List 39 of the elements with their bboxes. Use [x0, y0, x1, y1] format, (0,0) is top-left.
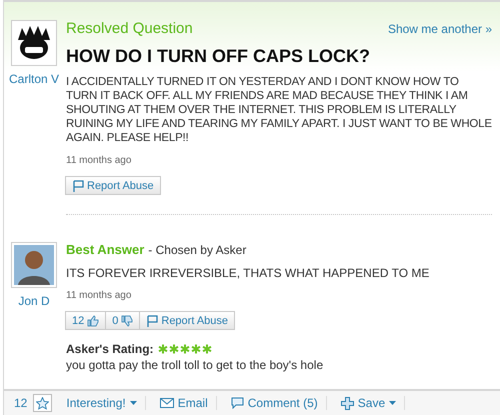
comment-button[interactable]: Comment (5): [222, 396, 327, 410]
plus-icon: [340, 396, 354, 410]
interesting-button[interactable]: Interesting!: [58, 396, 146, 410]
caret-icon: [130, 401, 137, 405]
thumbs-down-icon: [121, 314, 134, 326]
star-button[interactable]: [33, 394, 52, 412]
asterisk-star-icon: [168, 344, 179, 354]
chosen-by-label: - Chosen by Asker: [148, 243, 246, 257]
interesting-count: 12: [14, 396, 28, 410]
flag-icon: [146, 314, 158, 326]
envelope-icon: [160, 398, 174, 408]
save-button[interactable]: Save: [332, 396, 406, 410]
spiky-head-icon: [15, 26, 53, 60]
thumbs-up-icon: [87, 314, 100, 326]
answerer-name[interactable]: Jon D: [18, 294, 50, 308]
rating-label: Asker's Rating:: [66, 342, 154, 356]
timestamp: 11 months ago: [66, 290, 132, 301]
question-title: HOW DO I TURN OFF CAPS LOCK?: [66, 46, 371, 67]
timestamp: 11 months ago: [66, 155, 132, 166]
best-answer-label: Best Answer: [66, 242, 144, 257]
asterisk-star-icon: [180, 344, 190, 354]
asker-name[interactable]: Carlton V: [8, 72, 60, 86]
show-another-link[interactable]: Show me another »: [388, 22, 492, 36]
status-label: Resolved Question: [66, 20, 193, 37]
thumbs-down-button[interactable]: 0: [105, 311, 140, 330]
rating-comment: you gotta pay the troll toll to get to the boy's hole: [66, 358, 324, 372]
thumbs-up-button[interactable]: 12: [65, 311, 106, 330]
star-icon: [36, 396, 50, 410]
asterisk-star-icon: [190, 344, 201, 354]
flag-icon: [72, 180, 84, 192]
asterisk-star-icon: [202, 344, 212, 354]
question-body: I ACCIDENTALLY TURNED IT ON YESTERDAY AND I DONT KNOW HOW TO TURN IT BACK OFF. ALL MY FRIENDS ARE MAD BECAUSE THEY THINK I AM SHOUTING AT THEM OVER THE INTERNET. THIS PROBLEM IS LITERALLY RUINING MY LIFE AND TEARING MY FAMILY APART. I JUST WANT TO BE WHOLE AGAIN. PLEASE HELP!!: [66, 75, 492, 145]
report-abuse-button[interactable]: Report Abuse: [139, 311, 236, 330]
asterisk-star-icon: [158, 344, 168, 354]
speech-bubble-icon: [230, 397, 244, 409]
email-button[interactable]: Email: [152, 396, 217, 410]
answer-body: ITS FOREVER IRREVERSIBLE, THATS WHAT HAPPENED TO ME: [66, 266, 430, 280]
report-abuse-button[interactable]: Report Abuse: [65, 176, 161, 195]
caret-icon: [389, 401, 396, 405]
